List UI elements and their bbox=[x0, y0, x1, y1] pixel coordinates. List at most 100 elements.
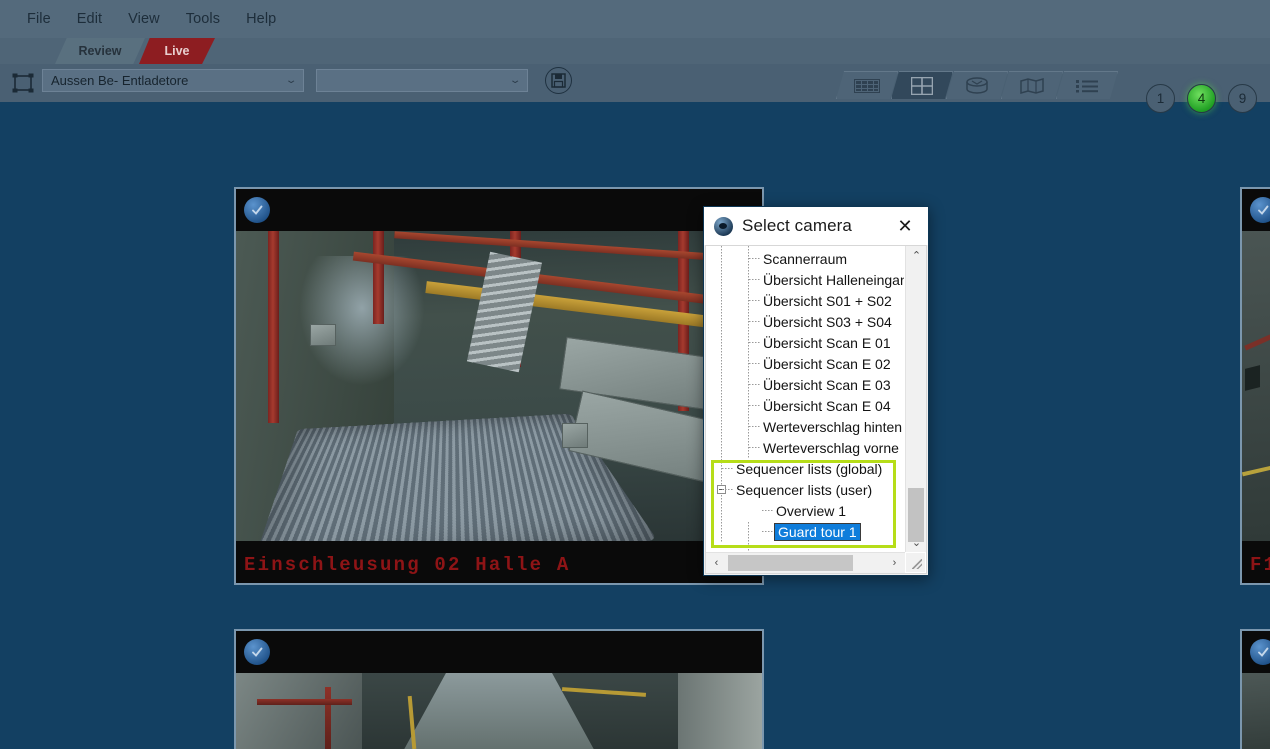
tree-connector bbox=[722, 489, 734, 490]
tree-item-sequencer-lists-user[interactable]: Sequencer lists (user) bbox=[706, 479, 904, 500]
dialog-body: Scannerraum Übersicht Halleneingang Über… bbox=[705, 245, 927, 574]
scene-column bbox=[267, 231, 279, 424]
scene-rack bbox=[236, 673, 363, 749]
tree-item-guard-tour-1[interactable]: Guard tour 1 bbox=[706, 521, 904, 542]
tree-item-werteverschlag-vorne[interactable]: Werteverschlag vorne bbox=[706, 437, 904, 458]
tree-item-scannerraum[interactable]: Scannerraum bbox=[706, 248, 904, 269]
scene-light-glare bbox=[299, 255, 426, 386]
scene-post-cap bbox=[309, 324, 336, 346]
scene-ramp bbox=[404, 673, 594, 749]
scene-object bbox=[1245, 365, 1260, 392]
menu-item-edit[interactable]: Edit bbox=[64, 7, 115, 31]
ptz-camera-icon[interactable] bbox=[244, 197, 270, 223]
video-tile-lower-left[interactable] bbox=[234, 629, 764, 749]
tree-connector bbox=[762, 531, 774, 532]
tree-item-uebersicht-scan-e-01[interactable]: Übersicht Scan E 01 bbox=[706, 332, 904, 353]
tree-item-uebersicht-scan-e-02[interactable]: Übersicht Scan E 02 bbox=[706, 353, 904, 374]
tree-item-label: Sequencer lists (global) bbox=[736, 460, 883, 477]
camera-scene-right-sliver bbox=[1242, 231, 1270, 541]
layout-select[interactable]: Aussen Be- Entladetore ⌄ bbox=[42, 69, 304, 92]
ptz-camera-icon[interactable] bbox=[1250, 197, 1270, 223]
scroll-up-icon[interactable]: ⌃ bbox=[906, 246, 926, 265]
camera-scene-right-sliver-lower bbox=[1242, 673, 1270, 749]
layout-count-1[interactable]: 1 bbox=[1146, 84, 1175, 113]
scene-column bbox=[372, 231, 384, 324]
tree-connector bbox=[722, 468, 734, 469]
menu-item-help[interactable]: Help bbox=[233, 7, 289, 31]
view-tab-filmstrip[interactable] bbox=[836, 71, 898, 99]
tree-item-uebersicht-scan-e-04[interactable]: Übersicht Scan E 04 bbox=[706, 395, 904, 416]
scene-post bbox=[325, 686, 332, 749]
view-tab-map[interactable] bbox=[1001, 71, 1063, 99]
tree-item-label: Übersicht Scan E 04 bbox=[763, 397, 891, 414]
tree-connector bbox=[749, 300, 761, 301]
view-tab-grid[interactable] bbox=[891, 71, 953, 99]
tab-live[interactable]: Live bbox=[139, 38, 215, 64]
filmstrip-icon bbox=[854, 78, 880, 93]
camera-scene-loading-gate bbox=[236, 673, 762, 749]
layout-frame-icon[interactable] bbox=[12, 73, 34, 93]
tree-connector bbox=[749, 405, 761, 406]
tree-item-label: Übersicht Scan E 03 bbox=[763, 376, 891, 393]
dialog-title-bar: Select camera ✕ bbox=[704, 207, 928, 245]
tree-item-label: Übersicht S01 + S02 bbox=[763, 292, 892, 309]
ptz-camera-icon[interactable] bbox=[244, 639, 270, 665]
layout-count-9[interactable]: 9 bbox=[1228, 84, 1257, 113]
close-icon[interactable]: ✕ bbox=[888, 212, 922, 240]
list-icon bbox=[1076, 79, 1098, 92]
tree-vertical-scrollbar[interactable]: ⌃ ⌄ bbox=[905, 246, 926, 552]
tree-connector bbox=[749, 321, 761, 322]
scroll-right-icon[interactable]: › bbox=[884, 553, 905, 573]
chevron-down-icon: ⌄ bbox=[508, 75, 522, 86]
horizontal-scroll-thumb[interactable] bbox=[728, 555, 853, 571]
menu-item-file[interactable]: File bbox=[14, 7, 64, 31]
camera-label: F1 bbox=[1250, 554, 1270, 576]
grid-icon bbox=[911, 76, 933, 95]
floppy-disk-save-icon bbox=[551, 73, 566, 88]
scene-rail bbox=[257, 698, 352, 705]
ptz-camera-icon[interactable] bbox=[1250, 639, 1270, 665]
video-tile-right-edge-upper[interactable]: F1 bbox=[1240, 187, 1270, 585]
tree-item-label: Übersicht Halleneingang bbox=[763, 271, 904, 288]
layout-count-buttons: 1 4 9 bbox=[1146, 84, 1257, 113]
scene-rail bbox=[1244, 334, 1270, 350]
application-chrome: File Edit View Tools Help Review Live Au… bbox=[0, 0, 1270, 102]
layout-count-4[interactable]: 4 bbox=[1187, 84, 1216, 113]
layout-select-value: Aussen Be- Entladetore bbox=[51, 73, 189, 88]
tab-review[interactable]: Review bbox=[55, 38, 145, 64]
tree-item-uebersicht-s01-s02[interactable]: Übersicht S01 + S02 bbox=[706, 290, 904, 311]
menu-item-tools[interactable]: Tools bbox=[173, 7, 233, 31]
tree-item-label: Werteverschlag hinten bbox=[763, 418, 903, 435]
tree-item-label: Guard tour 1 bbox=[774, 522, 861, 541]
tree-item-uebersicht-s03-s04[interactable]: Übersicht S03 + S04 bbox=[706, 311, 904, 332]
scene-guard-rail bbox=[425, 281, 720, 330]
database-icon bbox=[966, 76, 988, 94]
tree-item-overview-1[interactable]: Overview 1 bbox=[706, 500, 904, 521]
tree-item-uebersicht-scan-e-03[interactable]: Übersicht Scan E 03 bbox=[706, 374, 904, 395]
tree-item-werteverschlag-hinten[interactable]: Werteverschlag hinten bbox=[706, 416, 904, 437]
tree-item-sequencer-lists-global[interactable]: Sequencer lists (global) bbox=[706, 458, 904, 479]
tree-item-label: Sequencer lists (user) bbox=[736, 481, 873, 498]
video-tile-right-edge-lower[interactable] bbox=[1240, 629, 1270, 749]
scroll-down-icon[interactable]: ⌄ bbox=[906, 533, 926, 552]
tree-item-uebersicht-halleneingang[interactable]: Übersicht Halleneingang bbox=[706, 269, 904, 290]
scene-floor-marking bbox=[407, 695, 416, 749]
tile-header-bar bbox=[236, 189, 762, 231]
view-tab-database[interactable] bbox=[946, 71, 1008, 99]
select-camera-dialog: Select camera ✕ Scannerraum Übersicht Ha… bbox=[703, 206, 929, 576]
camera-scene-conveyor bbox=[236, 231, 762, 541]
secondary-select[interactable]: ⌄ bbox=[316, 69, 528, 92]
view-tab-list[interactable] bbox=[1056, 71, 1118, 99]
tree-horizontal-scrollbar[interactable]: ‹ › bbox=[706, 552, 905, 573]
mode-tab-strip: Review Live bbox=[0, 38, 1270, 64]
dome-camera-icon bbox=[714, 216, 733, 236]
camera-tree[interactable]: Scannerraum Übersicht Halleneingang Über… bbox=[706, 246, 904, 573]
scroll-left-icon[interactable]: ‹ bbox=[706, 553, 727, 573]
tree-connector bbox=[749, 258, 761, 259]
save-button[interactable] bbox=[545, 67, 572, 94]
scene-post-cap bbox=[562, 423, 589, 448]
menu-item-view[interactable]: View bbox=[115, 7, 173, 31]
chevron-down-icon: ⌄ bbox=[284, 75, 298, 86]
video-tile-einschleusung-02[interactable]: Einschleusung 02 Halle A bbox=[234, 187, 764, 585]
resize-grip-icon[interactable] bbox=[906, 553, 925, 572]
